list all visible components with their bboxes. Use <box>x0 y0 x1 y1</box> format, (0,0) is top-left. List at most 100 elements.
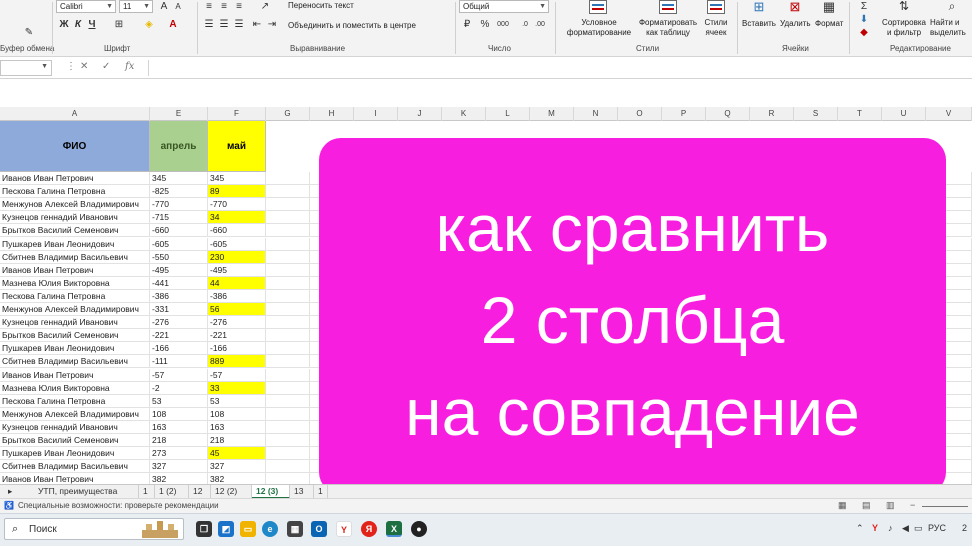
borders-icon[interactable]: ⊞ <box>112 18 126 31</box>
may-cell[interactable]: 45 <box>208 447 266 461</box>
may-cell[interactable]: -495 <box>208 263 266 277</box>
header-cell-fio[interactable]: ФИО <box>0 121 150 172</box>
fill-color-icon[interactable]: ◈ <box>142 18 156 31</box>
name-cell[interactable]: Менжунов Алексей Владимирович <box>0 198 150 212</box>
april-cell[interactable]: 163 <box>150 420 208 434</box>
empty-cell[interactable] <box>266 289 310 303</box>
name-cell[interactable]: Мазнева Юлия Викторовна <box>0 276 150 290</box>
column-header-k[interactable]: K <box>442 107 486 121</box>
april-cell[interactable]: -331 <box>150 303 208 317</box>
sheet-tab[interactable]: 13 <box>290 485 314 499</box>
april-cell[interactable]: 382 <box>150 473 208 484</box>
increase-indent-icon[interactable]: ⇥ <box>265 18 279 31</box>
align-left-icon[interactable]: ☰ <box>202 18 216 31</box>
may-cell[interactable]: -660 <box>208 224 266 238</box>
empty-cell[interactable] <box>266 407 310 421</box>
name-cell[interactable]: Менжунов Алексей Владимирович <box>0 407 150 421</box>
zoom-out-icon[interactable]: − <box>910 500 915 510</box>
yandex-browser-icon[interactable]: Y <box>336 521 352 537</box>
accessibility-icon[interactable]: ♿ <box>4 501 14 510</box>
find-select-button[interactable]: Найти и выделить <box>930 18 972 38</box>
name-cell[interactable]: Сбитнев Владимир Васильевич <box>0 355 150 369</box>
font-name-select[interactable]: Calibri ▼ <box>56 0 116 13</box>
may-cell[interactable]: 56 <box>208 303 266 317</box>
increase-font-icon[interactable]: A <box>157 0 171 13</box>
format-table-icon[interactable] <box>657 0 679 18</box>
decrease-font-icon[interactable]: A <box>171 0 185 13</box>
empty-cell[interactable] <box>266 276 310 290</box>
empty-cell[interactable] <box>266 224 310 238</box>
thousands-icon[interactable]: 000 <box>496 18 510 31</box>
may-cell[interactable]: 382 <box>208 473 266 484</box>
align-bottom-icon[interactable]: ≡ <box>232 0 246 13</box>
name-box[interactable]: ▼ <box>0 60 52 76</box>
fx-icon[interactable]: fx <box>125 61 134 72</box>
increase-decimal-icon[interactable]: .0 <box>518 18 532 31</box>
april-cell[interactable]: -660 <box>150 224 208 238</box>
outlook-icon[interactable]: O <box>311 521 327 537</box>
name-cell[interactable]: Пушкарев Иван Леонидович <box>0 342 150 356</box>
fill-icon[interactable]: ⬇ <box>857 13 871 26</box>
decrease-indent-icon[interactable]: ⇤ <box>250 18 264 31</box>
page-break-icon[interactable]: ▥ <box>886 500 895 511</box>
tray-yandex-icon[interactable]: Y <box>872 523 878 533</box>
may-cell[interactable]: 327 <box>208 460 266 474</box>
april-cell[interactable]: 218 <box>150 434 208 448</box>
wrap-text-button[interactable]: Переносить текст <box>288 1 354 10</box>
autosum-icon[interactable]: Σ <box>857 0 871 13</box>
conditional-format-icon[interactable] <box>587 0 609 18</box>
clock[interactable]: 2 <box>962 523 967 533</box>
may-cell[interactable]: 33 <box>208 381 266 395</box>
april-cell[interactable]: -111 <box>150 355 208 369</box>
april-cell[interactable]: -2 <box>150 381 208 395</box>
empty-cell[interactable] <box>266 394 310 408</box>
tray-chevron-icon[interactable]: ⌃ <box>856 523 864 534</box>
may-cell[interactable]: -770 <box>208 198 266 212</box>
format-painter-icon[interactable]: ✎ <box>22 26 36 39</box>
april-cell[interactable]: -825 <box>150 185 208 199</box>
column-header-m[interactable]: M <box>530 107 574 121</box>
column-header-f[interactable]: F <box>208 107 266 121</box>
sheet-tab[interactable]: 12 (2) <box>211 485 252 499</box>
header-cell-april[interactable]: апрель <box>150 121 208 172</box>
orientation-icon[interactable]: ↗ <box>258 0 272 13</box>
accessibility-status[interactable]: Специальные возможности: проверьте реком… <box>18 501 219 510</box>
column-header-n[interactable]: N <box>574 107 618 121</box>
column-header-a[interactable]: A <box>0 107 150 121</box>
empty-cell[interactable] <box>266 342 310 356</box>
page-layout-icon[interactable]: ▤ <box>862 500 871 511</box>
column-header-i[interactable]: I <box>354 107 398 121</box>
may-cell[interactable]: 230 <box>208 250 266 264</box>
name-cell[interactable]: Пескова Галина Петровна <box>0 289 150 303</box>
may-cell[interactable]: 89 <box>208 185 266 199</box>
column-header-j[interactable]: J <box>398 107 442 121</box>
font-color-icon[interactable]: A <box>166 18 180 31</box>
name-cell[interactable]: Иванов Иван Петрович <box>0 368 150 382</box>
yandex-icon[interactable]: Я <box>361 521 377 537</box>
sheet-tab[interactable]: 1 <box>314 485 328 499</box>
column-header-e[interactable]: E <box>150 107 208 121</box>
empty-cell[interactable] <box>266 198 310 212</box>
sheet-tab[interactable]: 1 (2) <box>155 485 189 499</box>
format-as-table-button[interactable]: Форматировать как таблицу <box>636 18 700 38</box>
cell-styles-button[interactable]: Стили ячеек <box>697 18 735 38</box>
format-cells-icon[interactable]: ▦ <box>822 0 836 13</box>
april-cell[interactable]: -715 <box>150 211 208 225</box>
name-cell[interactable]: Кузнецов геннадий Иванович <box>0 211 150 225</box>
enter-icon[interactable]: ✓ <box>102 61 110 72</box>
italic-button[interactable]: К <box>71 18 85 31</box>
may-cell[interactable]: -166 <box>208 342 266 356</box>
column-header-l[interactable]: L <box>486 107 530 121</box>
column-header-h[interactable]: H <box>310 107 354 121</box>
align-middle-icon[interactable]: ≡ <box>217 0 231 13</box>
name-cell[interactable]: Кузнецов геннадий Иванович <box>0 316 150 330</box>
sheet-tab[interactable]: УТП, преимущества <box>34 485 139 499</box>
empty-cell[interactable] <box>266 447 310 461</box>
conditional-format-button[interactable]: Условное форматирование <box>560 18 638 38</box>
delete-cells-icon[interactable]: ⊠ <box>788 0 802 13</box>
may-cell[interactable]: 53 <box>208 394 266 408</box>
name-cell[interactable]: Брытков Василий Семенович <box>0 434 150 448</box>
delete-button[interactable]: Удалить <box>780 19 811 28</box>
bold-button[interactable]: Ж <box>57 18 71 31</box>
excel-icon[interactable]: X <box>386 521 402 537</box>
